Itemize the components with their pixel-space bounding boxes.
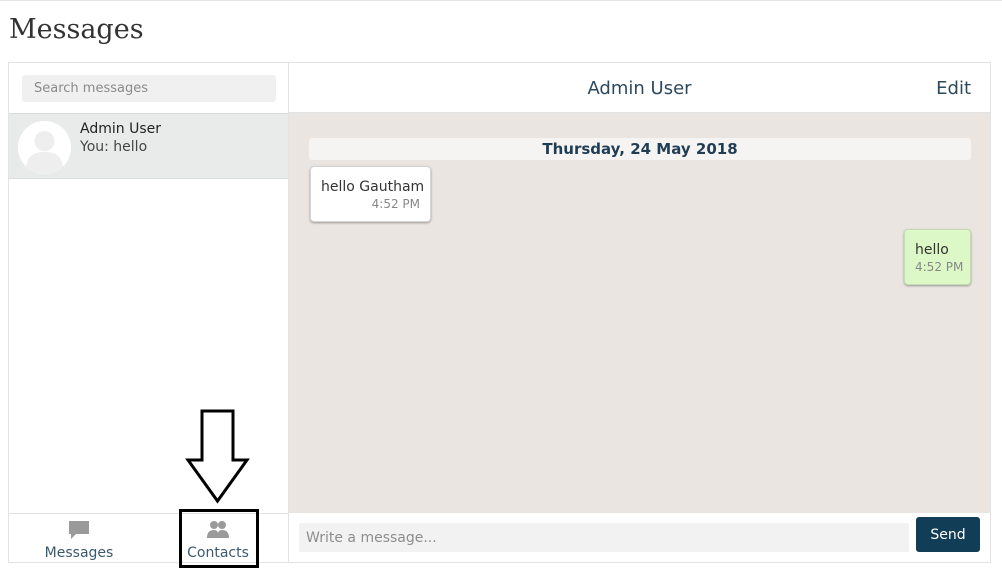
incoming-message: hello Gautham 4:52 PM — [310, 166, 431, 222]
chat-area: Admin User Edit Thursday, 24 May 2018 he… — [289, 63, 990, 562]
chat-header: Admin User Edit — [289, 63, 990, 113]
bottom-nav: Messages Contacts — [9, 513, 288, 562]
outgoing-message: hello 4:52 PM — [904, 229, 971, 285]
conversation-sidebar: Admin User You: hello Messages — [9, 63, 289, 568]
conversation-preview: You: hello — [80, 139, 148, 155]
speech-bubble-icon — [68, 519, 90, 545]
conversation-item[interactable]: Admin User You: hello — [9, 113, 288, 179]
avatar-placeholder-icon — [18, 121, 71, 174]
date-separator: Thursday, 24 May 2018 — [309, 138, 971, 160]
down-arrow-annotation — [184, 409, 250, 508]
page-title: Messages — [9, 14, 144, 45]
message-time: 4:52 PM — [371, 197, 420, 211]
message-time: 4:52 PM — [915, 260, 964, 274]
conversation-name: Admin User — [80, 121, 161, 137]
nav-messages-label: Messages — [44, 545, 114, 561]
edit-button[interactable]: Edit — [936, 78, 971, 99]
message-text: hello Gautham — [321, 179, 425, 195]
search-area — [9, 63, 288, 113]
send-button[interactable]: Send — [916, 517, 980, 552]
chat-title: Admin User — [587, 78, 692, 99]
message-text: hello — [915, 242, 949, 258]
nav-contacts-button[interactable]: Contacts — [148, 514, 288, 562]
contacts-icon — [206, 519, 230, 545]
compose-bar: Send — [289, 513, 990, 562]
message-list: Thursday, 24 May 2018 hello Gautham 4:52… — [289, 113, 990, 513]
nav-messages-button[interactable]: Messages — [9, 514, 149, 562]
messaging-panel: Admin User You: hello Messages — [8, 62, 991, 568]
message-input[interactable] — [299, 523, 909, 552]
nav-contacts-label: Contacts — [187, 545, 249, 561]
top-divider — [0, 0, 1002, 1]
search-input[interactable] — [22, 75, 276, 102]
